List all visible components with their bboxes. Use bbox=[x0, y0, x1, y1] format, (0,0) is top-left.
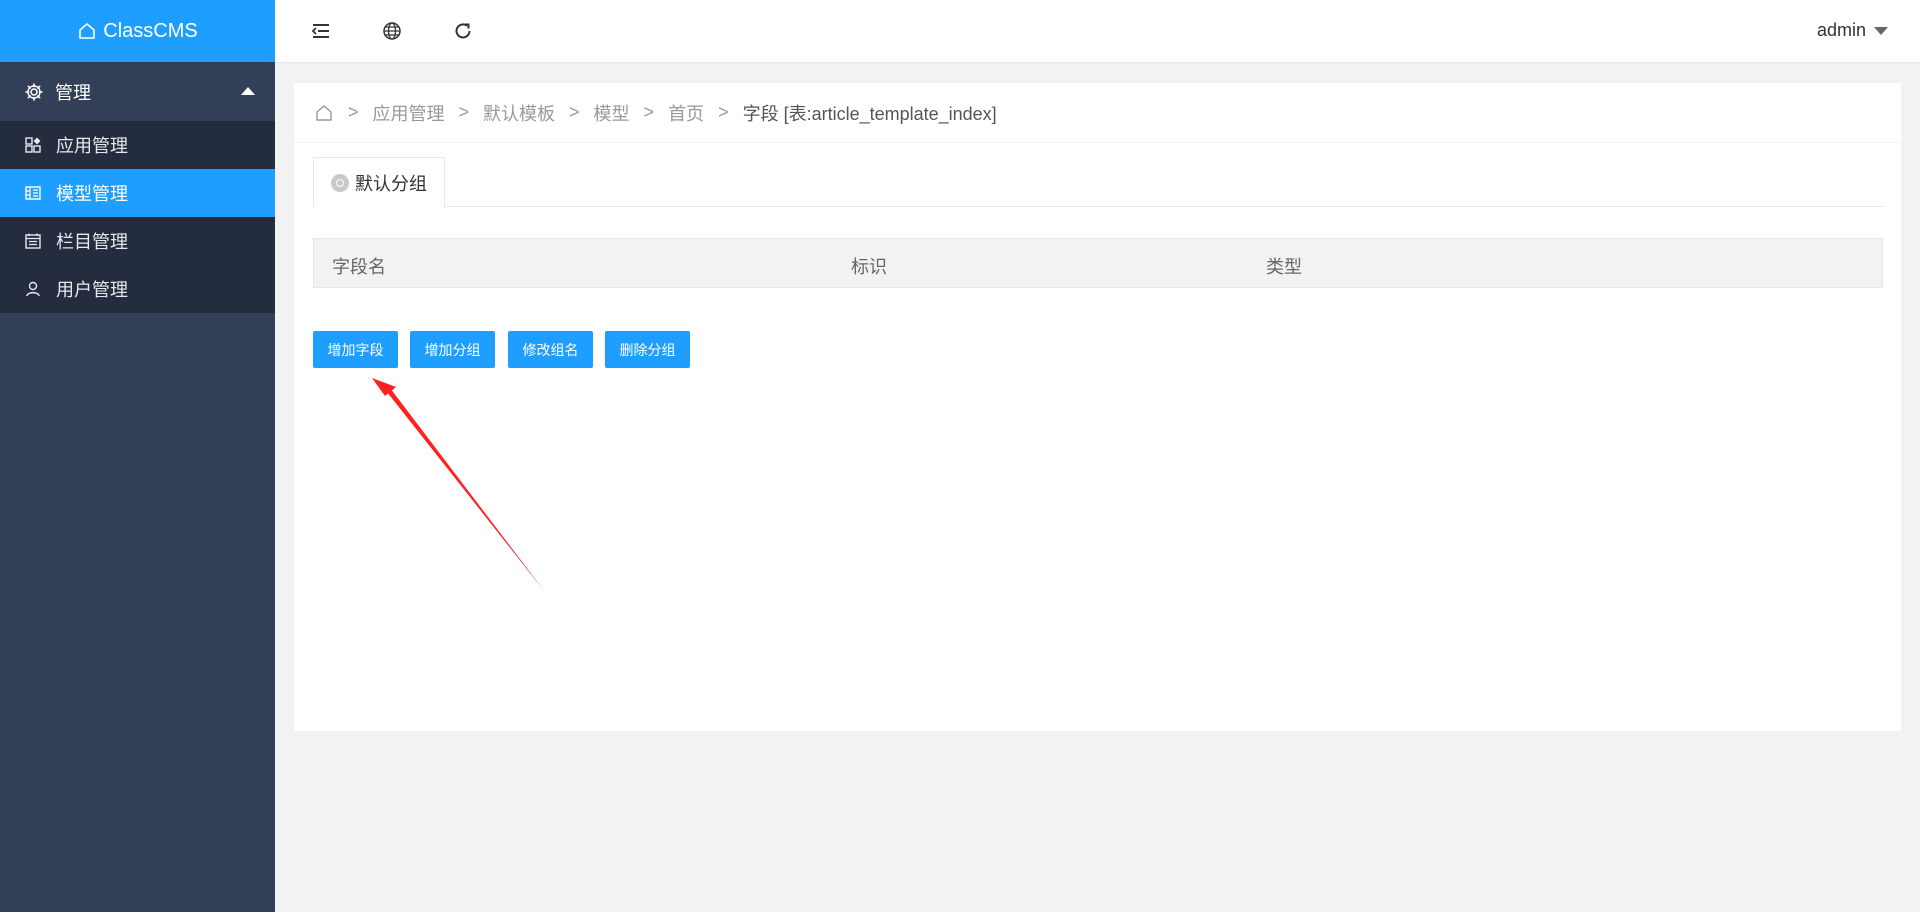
sidebar-item-label: 应用管理 bbox=[56, 136, 128, 156]
home-icon[interactable] bbox=[314, 103, 334, 123]
breadcrumb-separator: > bbox=[718, 102, 729, 122]
breadcrumb-separator: > bbox=[458, 102, 470, 122]
breadcrumb-item[interactable]: 首页 bbox=[668, 100, 704, 126]
home-icon bbox=[79, 23, 96, 39]
sidebar-item-label: 用户管理 bbox=[56, 280, 128, 300]
breadcrumb: > 应用管理 > 默认模板 > 模型 > 首页 > 字段 [表:article_… bbox=[294, 83, 1901, 143]
sidebar-group-manage[interactable]: 管理 bbox=[0, 62, 275, 121]
breadcrumb-item[interactable]: 模型 bbox=[594, 100, 630, 126]
refresh-icon[interactable] bbox=[452, 20, 474, 42]
column-header-field-name: 字段名 bbox=[332, 257, 386, 277]
breadcrumb-item[interactable]: 应用管理 bbox=[373, 100, 445, 126]
top-bar: admin bbox=[275, 0, 1920, 63]
sidebar-item-label: 模型管理 bbox=[56, 184, 128, 204]
sidebar: ClassCMS 管理 应用管理 模型管理 栏目管理 用户管理 bbox=[0, 0, 275, 912]
sidebar-submenu: 应用管理 模型管理 栏目管理 用户管理 bbox=[0, 121, 275, 313]
column-header-identifier: 标识 bbox=[851, 257, 887, 277]
sidebar-item-models[interactable]: 模型管理 bbox=[0, 169, 275, 217]
logo[interactable]: ClassCMS bbox=[0, 0, 275, 62]
tab-bar: 默认分组 bbox=[313, 157, 1884, 208]
column-icon bbox=[25, 233, 41, 249]
collapse-menu-icon[interactable] bbox=[310, 20, 332, 42]
caret-down-icon bbox=[1874, 26, 1888, 35]
main-card: > 应用管理 > 默认模板 > 模型 > 首页 > 字段 [表:article_… bbox=[294, 83, 1901, 731]
breadcrumb-item[interactable]: 默认模板 bbox=[483, 100, 555, 126]
sidebar-item-apps[interactable]: 应用管理 bbox=[0, 121, 275, 169]
sidebar-item-users[interactable]: 用户管理 bbox=[0, 265, 275, 313]
column-header-type: 类型 bbox=[1266, 257, 1302, 277]
sidebar-group-label: 管理 bbox=[55, 82, 91, 103]
user-name: admin bbox=[1816, 20, 1866, 40]
apps-icon bbox=[25, 137, 41, 153]
rename-group-button[interactable]: 修改组名 bbox=[508, 331, 593, 368]
globe-icon[interactable] bbox=[381, 20, 403, 42]
gear-icon bbox=[25, 82, 43, 101]
breadcrumb-current: 字段 [表:article_template_index] bbox=[742, 103, 997, 124]
caret-up-icon bbox=[241, 87, 255, 95]
compass-icon bbox=[331, 173, 349, 192]
add-group-button[interactable]: 增加分组 bbox=[410, 331, 495, 368]
tab-label: 默认分组 bbox=[355, 173, 427, 194]
delete-group-button[interactable]: 删除分组 bbox=[605, 331, 690, 368]
breadcrumb-separator: > bbox=[569, 102, 580, 122]
add-field-button[interactable]: 增加字段 bbox=[313, 331, 398, 368]
logo-text: ClassCMS bbox=[103, 19, 198, 42]
sidebar-item-label: 栏目管理 bbox=[56, 232, 128, 252]
tab-default-group[interactable]: 默认分组 bbox=[313, 157, 445, 208]
model-icon bbox=[25, 186, 41, 200]
table-header: 字段名 标识 类型 bbox=[313, 238, 1883, 288]
user-icon bbox=[26, 281, 40, 297]
user-menu[interactable]: admin bbox=[1817, 20, 1888, 41]
sidebar-item-columns[interactable]: 栏目管理 bbox=[0, 217, 275, 265]
breadcrumb-separator: > bbox=[643, 102, 655, 122]
breadcrumb-separator: > bbox=[348, 102, 359, 122]
